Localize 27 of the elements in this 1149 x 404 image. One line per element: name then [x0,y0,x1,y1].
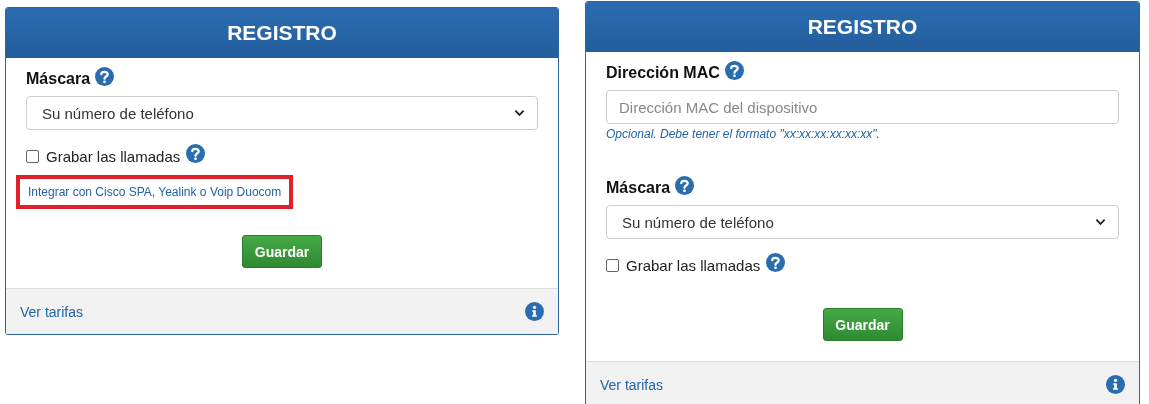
chevron-down-icon [514,109,525,117]
chevron-down-icon [1095,218,1106,226]
help-icon[interactable] [724,60,744,80]
field-label: Máscara [606,179,671,197]
help-icon[interactable] [766,253,786,272]
help-icon[interactable] [675,175,695,195]
info-icon[interactable] [525,302,544,321]
help-icon[interactable] [95,66,115,86]
save-button[interactable]: Guardar [822,308,903,341]
help-text: Opcional. Debe tener el formato "xx:xx:xx:xx:xx:xx". [606,127,881,141]
checkbox-label: Grabar las llamadas [626,257,761,274]
field-label: Máscara [26,70,91,88]
rates-link[interactable]: Ver tarifas [600,376,664,393]
checkbox-label: Grabar las llamadas [46,148,181,165]
field-label: Dirección MAC [606,64,720,82]
mask-dropdown[interactable]: Su número de teléfono [26,96,538,130]
rates-link[interactable]: Ver tarifas [20,303,84,320]
mask-dropdown[interactable]: Su número de teléfono [606,205,1119,239]
checkbox[interactable] [26,150,39,163]
panel-title: REGISTRO [807,15,918,39]
integration-link[interactable]: Integrar con Cisco SPA, Yealink o Voip Duocom [16,175,294,209]
help-icon[interactable] [186,144,206,163]
checkbox[interactable] [606,259,619,272]
save-button[interactable]: Guardar [242,235,322,268]
info-icon[interactable] [1106,375,1125,394]
panel-title: REGISTRO [227,21,337,45]
mac-address-field[interactable]: Dirección MAC del dispositivo [606,90,1119,124]
